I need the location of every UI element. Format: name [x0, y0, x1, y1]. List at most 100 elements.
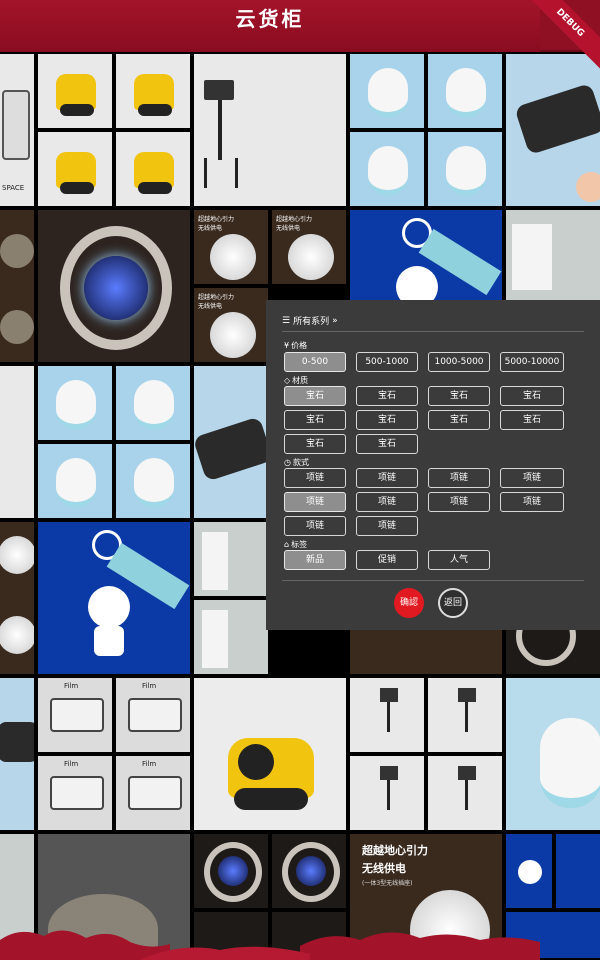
- confirm-button[interactable]: 确認: [394, 588, 424, 618]
- product-tile-mouse[interactable]: [426, 52, 504, 130]
- product-tile-selfie-stick[interactable]: [426, 754, 504, 832]
- product-tile-drone[interactable]: [0, 676, 36, 832]
- product-tile-phone-box[interactable]: [192, 520, 270, 598]
- chip-style-4[interactable]: 项链: [284, 492, 346, 512]
- product-tile-selfie-stick[interactable]: [192, 52, 348, 208]
- product-tile-keychain[interactable]: [36, 520, 192, 676]
- chip-material-2[interactable]: 宝石: [428, 386, 490, 406]
- product-tile-levitating-globe[interactable]: [192, 832, 270, 910]
- product-tile-film-camera[interactable]: Film: [36, 754, 114, 832]
- chip-material-4[interactable]: 宝石: [284, 410, 346, 430]
- filter-header[interactable]: ☰ 所有系列 »: [282, 314, 338, 328]
- product-tile-planet-lamp[interactable]: [0, 208, 36, 364]
- section-label-style: ◷ 款式: [284, 458, 309, 467]
- chip-material-9[interactable]: 宝石: [356, 434, 418, 454]
- chip-style-8[interactable]: 项链: [284, 516, 346, 536]
- chip-style-5[interactable]: 项链: [356, 492, 418, 512]
- film-label: Film: [64, 760, 79, 768]
- tripod-pole-image: [387, 702, 390, 732]
- chip-material-7[interactable]: 宝石: [500, 410, 564, 430]
- chip-style-7[interactable]: 项链: [500, 492, 564, 512]
- title-banner: 云货柜: [0, 0, 540, 52]
- product-tile-film-camera[interactable]: Film: [36, 676, 114, 754]
- divider: [282, 331, 584, 332]
- film-camera-image: [50, 698, 104, 732]
- product-tile-camera[interactable]: SPACE: [0, 52, 36, 208]
- product-tile-mouse[interactable]: [36, 364, 114, 442]
- chip-material-1[interactable]: 宝石: [356, 386, 418, 406]
- chip-material-3[interactable]: 宝石: [500, 386, 564, 406]
- clock-icon: ◷: [284, 458, 291, 467]
- chip-price-0[interactable]: 0-500: [284, 352, 346, 372]
- chip-material-0[interactable]: 宝石: [284, 386, 346, 406]
- divider: [282, 580, 584, 581]
- product-tile-robot[interactable]: [36, 130, 114, 208]
- product-tile-moon-lamp[interactable]: [0, 520, 36, 676]
- product-tile-levitating-globe[interactable]: [270, 832, 348, 910]
- phone-box-image: [202, 532, 228, 590]
- robot-wheels-image: [60, 104, 94, 116]
- product-tile-robot[interactable]: [192, 676, 348, 832]
- moon-headline: 超越地心引力: [362, 844, 428, 857]
- product-tile-film-camera[interactable]: Film: [114, 754, 192, 832]
- tripod-pole-image: [465, 702, 468, 732]
- product-tile-phone-box[interactable]: [192, 598, 270, 676]
- chip-style-6[interactable]: 项链: [428, 492, 490, 512]
- chip-price-2[interactable]: 1000-5000: [428, 352, 490, 372]
- mouse-image: [446, 146, 486, 196]
- product-tile-robot[interactable]: [114, 52, 192, 130]
- moon-image: [288, 234, 334, 280]
- product-tile-selfie-stick[interactable]: [0, 364, 36, 520]
- product-tile-mouse[interactable]: [348, 130, 426, 208]
- film-label: Film: [142, 682, 157, 690]
- mouse-image: [56, 458, 96, 508]
- moon-subheadline: 无线供电: [362, 862, 406, 875]
- robot-wheels-image: [138, 182, 172, 194]
- chip-tag-2[interactable]: 人气: [428, 550, 490, 570]
- chip-style-9[interactable]: 项链: [356, 516, 418, 536]
- section-label-tags: ⌂ 标签: [284, 540, 308, 549]
- chip-style-2[interactable]: 项链: [428, 468, 490, 488]
- product-tile-selfie-stick[interactable]: [426, 676, 504, 754]
- product-tile-moon-lamp[interactable]: 超越地心引力 无线供电: [192, 286, 270, 364]
- product-tile-mouse[interactable]: [426, 130, 504, 208]
- film-camera-image: [50, 776, 104, 810]
- chip-material-5[interactable]: 宝石: [356, 410, 418, 430]
- chip-material-6[interactable]: 宝石: [428, 410, 490, 430]
- mouse-image: [134, 458, 174, 508]
- product-tile-levitating-globe[interactable]: [36, 208, 192, 364]
- product-tile-moon-lamp[interactable]: 超越地心引力 无线供电: [270, 208, 348, 286]
- product-tile-mouse[interactable]: [348, 52, 426, 130]
- gem-icon: ◇: [284, 376, 291, 385]
- chip-style-3[interactable]: 项链: [500, 468, 564, 488]
- product-tile-moon-lamp[interactable]: 超越地心引力 无线供电: [192, 208, 270, 286]
- chip-tag-0[interactable]: 新品: [284, 550, 346, 570]
- chip-price-3[interactable]: 5000-10000: [500, 352, 564, 372]
- product-tile-mouse[interactable]: [114, 364, 192, 442]
- chip-price-1[interactable]: 500-1000: [356, 352, 418, 372]
- product-tile-drone[interactable]: [504, 52, 600, 208]
- product-tile-mouse[interactable]: [504, 676, 600, 832]
- product-tile-mouse[interactable]: [36, 442, 114, 520]
- product-tile-selfie-stick[interactable]: [348, 676, 426, 754]
- film-label: Film: [64, 682, 79, 690]
- astronaut-body-image: [94, 626, 124, 656]
- chip-style-1[interactable]: 项链: [356, 468, 418, 488]
- product-tile-keychain[interactable]: [504, 832, 554, 910]
- chip-style-0[interactable]: 项链: [284, 468, 346, 488]
- filter-panel: ☰ 所有系列 » ¥ 价格 0-500 500-1000 1000-5000 50…: [266, 300, 600, 630]
- product-tile-selfie-stick[interactable]: [348, 754, 426, 832]
- film-label: Film: [142, 760, 157, 768]
- product-tile-mouse[interactable]: [114, 442, 192, 520]
- drone-image: [0, 722, 34, 762]
- product-tile-drone[interactable]: [192, 364, 270, 520]
- product-tile-robot[interactable]: [114, 130, 192, 208]
- chip-tag-1[interactable]: 促销: [356, 550, 418, 570]
- moon-image: [0, 616, 34, 654]
- product-tile-robot[interactable]: [36, 52, 114, 130]
- product-tile-film-camera[interactable]: Film: [114, 676, 192, 754]
- product-tile-keychain[interactable]: [554, 832, 600, 910]
- app-root: 云货柜 DEBUG SPACE 超越地心引力 无线供电 超越地心引力 无线供电 …: [0, 0, 600, 960]
- back-button[interactable]: 返回: [438, 588, 468, 618]
- chip-material-8[interactable]: 宝石: [284, 434, 346, 454]
